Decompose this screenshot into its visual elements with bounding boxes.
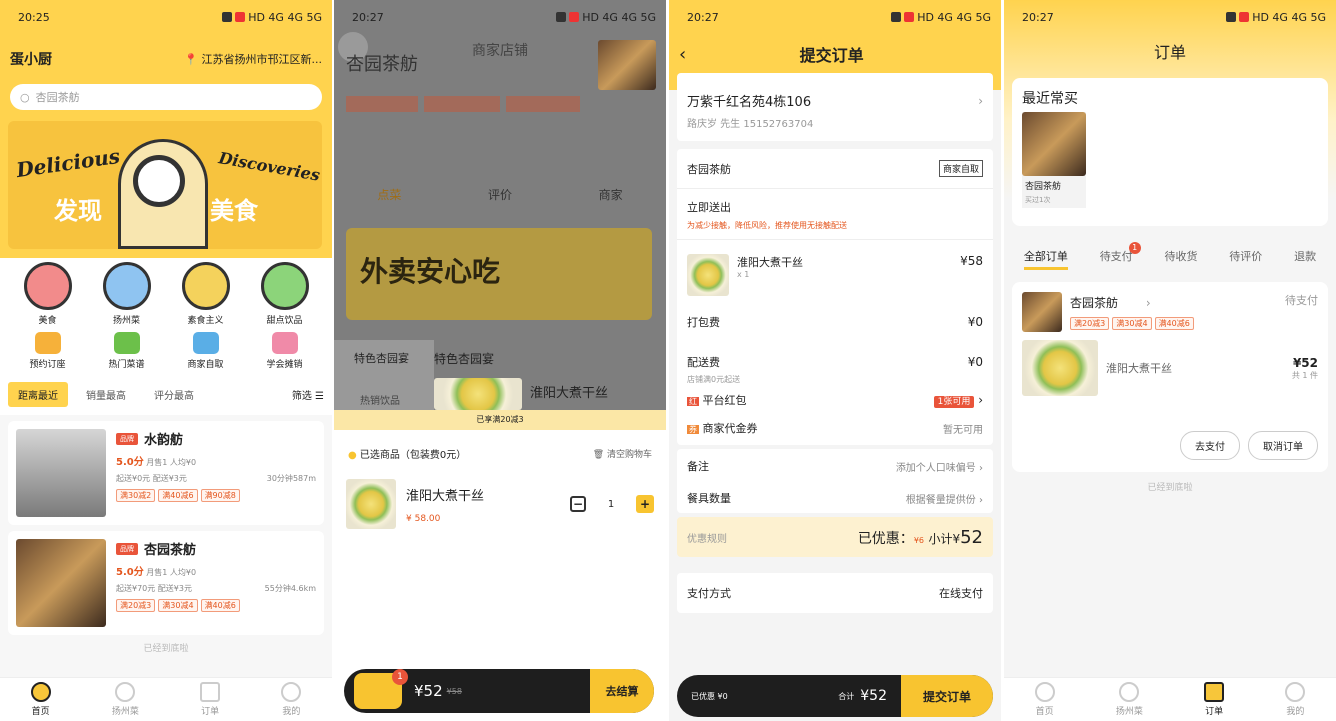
submit-order-screen: 20:27 HD 4G 4G 5G ‹ 提交订单 万紫千红名苑4栋106 › 路庆岁… <box>669 0 1001 721</box>
recent-buys: 最近常买 杏园茶舫 买过1次 <box>1012 78 1328 226</box>
recent-shop[interactable]: 杏园茶舫 买过1次 <box>1022 112 1086 208</box>
sort-rating[interactable]: 评分最高 <box>144 382 204 407</box>
address-card[interactable]: 万紫千红名苑4栋106 › 路庆岁 先生 15152763704 <box>677 73 993 141</box>
tab-unpaid[interactable]: 待支付 1 <box>1100 242 1141 276</box>
category-yangzhou[interactable]: 扬州菜 <box>87 262 166 326</box>
sort-distance[interactable]: 距离最近 <box>8 382 68 407</box>
page-title: 订单 <box>1153 43 1186 62</box>
sort-sales[interactable]: 销量最高 <box>76 382 136 407</box>
filter-button[interactable]: 筛选 ☰ <box>292 387 324 402</box>
dimmed-shop-page: 20:27 HD 4G 4G 5G 商家店铺 杏园茶舫 点菜 评价 商家 外卖安心… <box>334 0 666 410</box>
remark-row[interactable]: 备注 添加个人口味偏号 › <box>677 449 993 483</box>
tableware-row[interactable]: 餐具数量 根据餐量提供份 › <box>677 483 993 513</box>
tab-all[interactable]: 全部订单 <box>1023 248 1068 270</box>
tab-merchant[interactable]: 商家 <box>599 186 623 203</box>
bottom-nav: 首页 扬州菜 订单 我的 <box>0 677 332 721</box>
scooter-icon[interactable]: 1 <box>354 669 408 709</box>
tab-menu[interactable]: 点菜 <box>377 186 401 203</box>
category-dessert[interactable]: 甜点饮品 <box>245 262 324 326</box>
category-vegetarian[interactable]: 素食主义 <box>166 262 245 326</box>
status-bar: 20:25 HD 4G 4G 5G <box>0 0 332 34</box>
end-text: 已经到底啦 <box>143 644 189 654</box>
submit-order-button[interactable]: 提交订单 <box>901 675 993 717</box>
submit-bar: 已优惠 ¥0 合计 ¥52 提交订单 <box>677 675 993 717</box>
back-icon[interactable]: ‹ <box>679 44 686 65</box>
order-card[interactable]: 杏园茶舫 › 满20减3 满30减4 满40减6 待支付 淮阳大煮干丝 ¥52 共 1… <box>1012 282 1328 472</box>
order-total: ¥52 <box>860 688 887 704</box>
cart-bar: 1 ¥52 ¥58 去结算 <box>344 669 654 713</box>
nav-me[interactable]: 我的 <box>1285 682 1306 717</box>
increase-button[interactable]: + <box>636 495 654 513</box>
signal-icons: HD 4G 4G 5G <box>222 11 322 24</box>
category-recipes[interactable]: 热门菜谱 <box>87 332 166 370</box>
quantity: 1 <box>607 498 615 510</box>
decrease-button[interactable]: − <box>570 496 586 512</box>
cart-item: 淮阳大煮干丝 ¥ 58.00 − 1 + <box>334 476 666 532</box>
location-selector[interactable]: 📍 江苏省扬州市邗江区新... <box>184 51 322 67</box>
nav-orders[interactable]: 订单 <box>200 682 221 717</box>
safety-banner: 外卖安心吃 <box>346 228 652 320</box>
nav-yangzhou[interactable]: 扬州菜 <box>1116 682 1143 717</box>
cancel-order-button[interactable]: 取消订单 <box>1248 431 1318 460</box>
clear-cart-button[interactable]: 🗑 清空购物车 <box>593 447 652 460</box>
tab-refund[interactable]: 退款 <box>1294 248 1316 276</box>
home-screen: 20:25 HD 4G 4G 5G 蛋小厨 📍 江苏省扬州市邗江区新... ○ 杏… <box>0 0 332 721</box>
discount-strip: 已享满20减3 <box>334 410 666 430</box>
order-details: 杏园茶舫 商家自取 立即送出 为减少接触，降低风险，推荐使用无接触配送 淮阳大煮… <box>677 149 993 445</box>
app-logo: 蛋小厨 <box>10 52 52 68</box>
pay-button[interactable]: 去支付 <box>1180 431 1240 460</box>
category-learn[interactable]: 学会摊销 <box>245 332 324 370</box>
payment-method-row[interactable]: 支付方式 在线支付 <box>677 573 993 613</box>
category-grid: 美食 扬州菜 素食主义 甜点饮品 预约订座 热门菜谱 商家自取 学会摊销 <box>0 258 332 374</box>
discount-summary: 优惠规则 已优惠：¥6 小计¥52 <box>677 517 993 557</box>
shop-name: 杏园茶舫 <box>346 54 418 75</box>
dish-photo <box>346 479 396 529</box>
tab-reviews[interactable]: 评价 <box>488 186 512 203</box>
search-icon: ○ <box>20 90 30 104</box>
shop-card[interactable]: 品牌 水韵舫 5.0分 月售1 人均¥0 起送¥0元 配送¥3元 30分钟 587m… <box>8 421 324 525</box>
promo-banner[interactable]: Delicious Discoveries 发现 美食 <box>8 121 322 249</box>
shop-cart-screen: 20:27 HD 4G 4G 5G 商家店铺 杏园茶舫 点菜 评价 商家 外卖安心… <box>334 0 666 721</box>
category-pickup[interactable]: 商家自取 <box>166 332 245 370</box>
nav-orders[interactable]: 订单 <box>1204 682 1225 717</box>
shop-logo <box>598 40 656 90</box>
checkout-button[interactable]: 去结算 <box>590 669 654 713</box>
cart-title: 已选商品（包装费0元） <box>359 449 467 461</box>
pickup-toggle[interactable]: 商家自取 <box>938 160 983 177</box>
end-text: 已经到底啦 <box>1147 483 1193 493</box>
clock: 20:25 <box>18 10 50 24</box>
nav-me[interactable]: 我的 <box>281 682 302 717</box>
category-reserve[interactable]: 预约订座 <box>8 332 87 370</box>
shop-photo <box>16 539 106 627</box>
shop-card[interactable]: 品牌 杏园茶舫 5.0分 月售1 人均¥0 起送¥70元 配送¥3元 55分钟 4.… <box>8 531 324 635</box>
red-packet-row[interactable]: 红 平台红包 1张可用 › <box>677 385 993 415</box>
extras: 备注 添加个人口味偏号 › 餐具数量 根据餐量提供份 › <box>677 449 993 513</box>
category-food[interactable]: 美食 <box>8 262 87 326</box>
nav-home[interactable]: 首页 <box>30 682 51 717</box>
cart-total: ¥52 <box>414 682 443 700</box>
bottom-nav: 首页 扬州菜 订单 我的 <box>1004 677 1336 721</box>
order-status: 待支付 <box>1285 294 1318 307</box>
tab-receiving[interactable]: 待收货 <box>1164 248 1197 276</box>
home-header: 20:25 HD 4G 4G 5G 蛋小厨 📍 江苏省扬州市邗江区新... ○ 杏… <box>0 0 332 258</box>
shop-photo <box>16 429 106 517</box>
orders-screen: 20:27 HD 4G 4G 5G 订单 最近常买 杏园茶舫 买过1次 全部订单 … <box>1004 0 1336 721</box>
tab-review[interactable]: 待评价 <box>1229 248 1262 276</box>
nav-home[interactable]: 首页 <box>1034 682 1055 717</box>
nav-yangzhou[interactable]: 扬州菜 <box>112 682 139 717</box>
sort-bar: 距离最近 销量最高 评分最高 筛选 ☰ <box>0 374 332 415</box>
coupon-row[interactable]: 券 商家代金券 暂无可用 <box>677 415 993 441</box>
page-title: 提交订单 <box>799 46 864 65</box>
search-input[interactable]: ○ 杏园茶舫 <box>10 84 322 110</box>
order-tabs: 全部订单 待支付 1 待收货 待评价 退款 <box>1004 242 1336 276</box>
